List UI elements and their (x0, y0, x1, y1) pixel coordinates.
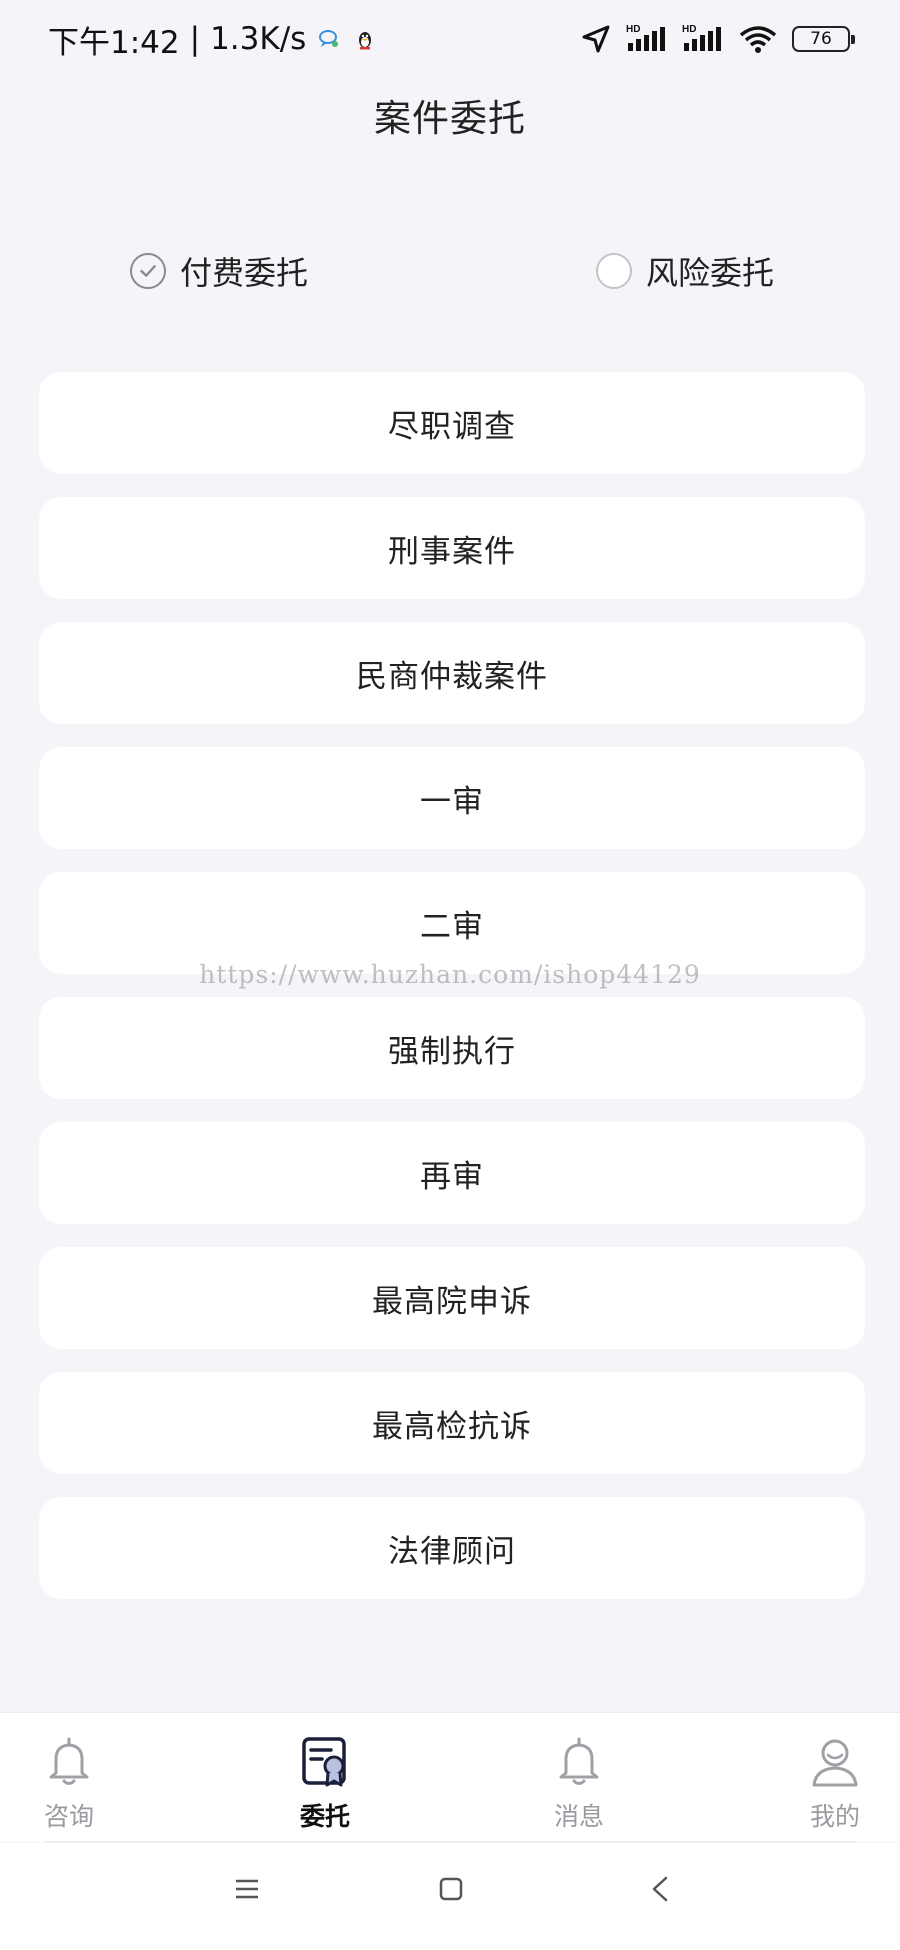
case-item-label: 民商仲裁案件 (356, 658, 548, 695)
location-arrow-icon (582, 25, 610, 53)
screen: 下午1:42 | 1.3K/s HD HD 76 案件委托 付费委托 风险委托 … (0, 0, 900, 1950)
case-item-label: 尽职调查 (388, 408, 516, 445)
certificate-icon (302, 1737, 346, 1787)
tab-messages[interactable]: 消息 (524, 1735, 634, 1833)
case-item-label: 法律顾问 (388, 1533, 516, 1570)
case-item-label: 强制执行 (388, 1033, 516, 1070)
radio-label: 付费委托 (180, 254, 309, 292)
tab-consult[interactable]: 咨询 (14, 1735, 124, 1833)
home-square-icon[interactable] (438, 1876, 464, 1902)
menu-icon[interactable] (234, 1876, 260, 1902)
signal-hd-icon: HD (682, 24, 721, 51)
case-item-label: 一审 (420, 783, 484, 820)
radio-label: 风险委托 (646, 254, 775, 292)
tab-label: 我的 (809, 1802, 860, 1831)
signal-hd-icon: HD (626, 24, 665, 51)
check-circle-icon[interactable] (130, 253, 166, 289)
status-time: 下午1:42 (48, 24, 180, 61)
case-item-label: 再审 (420, 1158, 484, 1195)
chat-bubble-icon (319, 30, 339, 47)
case-item-enforcement[interactable]: 强制执行 (39, 997, 865, 1099)
network-speed: 1.3K/s (210, 21, 307, 57)
delegation-type-group: 付费委托 风险委托 (0, 248, 900, 298)
case-item-retrial[interactable]: 再审 (39, 1122, 865, 1224)
tab-label: 消息 (553, 1802, 604, 1831)
page-title: 案件委托 (374, 97, 526, 140)
bell-icon (49, 1737, 89, 1785)
radio-paid-delegation[interactable]: 付费委托 (130, 248, 308, 294)
case-type-list: 尽职调查 刑事案件 民商仲裁案件 一审 二审 强制执行 再审 最高院申诉 最高检… (39, 372, 865, 1622)
case-item-label: 刑事案件 (388, 533, 516, 570)
case-item-first-instance[interactable]: 一审 (39, 747, 865, 849)
tab-label: 咨询 (43, 1802, 94, 1831)
case-item-label: 最高检抗诉 (372, 1408, 532, 1445)
user-icon (812, 1739, 858, 1787)
tab-label: 委托 (299, 1802, 350, 1831)
case-item-criminal[interactable]: 刑事案件 (39, 497, 865, 599)
penguin-icon (359, 32, 372, 50)
status-separator: | (189, 21, 201, 57)
battery-level: 76 (810, 29, 832, 49)
case-item-label: 二审 (420, 908, 484, 945)
back-chevron-icon[interactable] (648, 1876, 674, 1902)
case-item-label: 最高院申诉 (372, 1283, 532, 1320)
case-item-legal-advisor[interactable]: 法律顾问 (39, 1497, 865, 1599)
case-item-due-diligence[interactable]: 尽职调查 (39, 372, 865, 474)
case-item-supreme-court-appeal[interactable]: 最高院申诉 (39, 1247, 865, 1349)
svg-text:HD: HD (626, 24, 640, 35)
case-item-civil-arbitration[interactable]: 民商仲裁案件 (39, 622, 865, 724)
tab-profile[interactable]: 我的 (780, 1735, 890, 1833)
battery-icon: 76 (792, 26, 855, 52)
tab-bar: 咨询 委托 消息 我的 (0, 1712, 900, 1842)
status-bar: 下午1:42 | 1.3K/s HD HD 76 (0, 0, 900, 78)
status-right: HD HD 76 (580, 23, 855, 55)
bell-icon (559, 1737, 599, 1785)
case-item-procuratorate-protest[interactable]: 最高检抗诉 (39, 1372, 865, 1474)
case-item-second-instance[interactable]: 二审 (39, 872, 865, 974)
svg-text:HD: HD (682, 24, 696, 35)
tab-delegate[interactable]: 委托 (270, 1735, 380, 1833)
wifi-icon (739, 26, 777, 53)
radio-risk-delegation[interactable]: 风险委托 (596, 248, 774, 294)
status-left: 下午1:42 | 1.3K/s (48, 17, 378, 62)
system-nav-bar (0, 1843, 900, 1950)
watermark: https://www.huzhan.com/ishop44129 (199, 960, 701, 989)
empty-circle-icon[interactable] (596, 253, 632, 289)
